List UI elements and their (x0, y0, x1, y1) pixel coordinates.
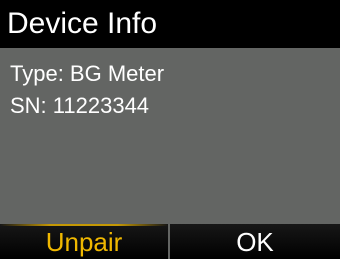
device-type-text: Type: BG Meter (10, 61, 165, 86)
unpair-button[interactable]: Unpair (0, 224, 170, 259)
page-title: Device Info (0, 0, 340, 48)
serial-number-text: SN: 11223344 (10, 93, 150, 118)
ok-button[interactable]: OK (170, 224, 340, 259)
softkey-bar: Unpair OK (0, 224, 340, 259)
device-info-screen: Device Info Type: BG Meter SN: 11223344 … (0, 0, 340, 259)
